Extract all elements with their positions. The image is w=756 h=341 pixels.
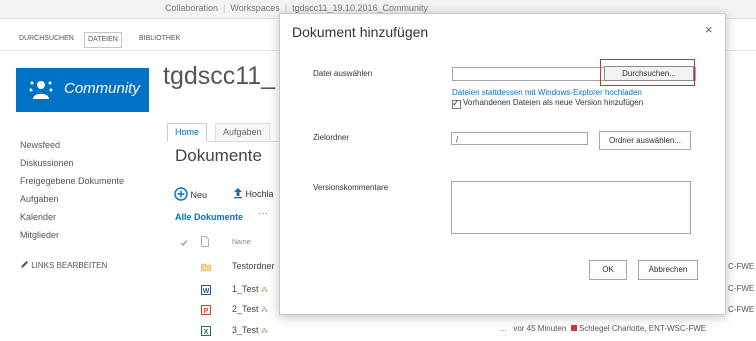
more-options-icon[interactable]: ··· (258, 208, 268, 219)
breadcrumb-item-collaboration[interactable]: Collaboration (165, 3, 218, 13)
list-item[interactable]: 3_Test ⁂ (232, 325, 268, 335)
version-comments-label: Versionskommentare (313, 183, 389, 192)
browse-button-highlight (600, 59, 695, 86)
add-document-dialog: Dokument hinzufügen × Datei auswählen Du… (279, 13, 726, 315)
community-logo-icon (29, 81, 53, 99)
plus-circle-icon (174, 187, 188, 201)
svg-text:X: X (204, 329, 209, 336)
add-as-new-version-label: Vorhandenen Dateien als neue Version hin… (463, 98, 644, 107)
modified-by-cell: C-FWE (728, 305, 755, 314)
windows-explorer-upload-link[interactable]: Dateien stattdessen mit Windows-Explorer… (452, 88, 642, 97)
svg-text:P: P (204, 308, 209, 315)
view-all-documents[interactable]: Alle Dokumente (175, 212, 243, 222)
choose-folder-button[interactable]: Ordner auswählen... (599, 131, 691, 150)
ribbon-tab-browse[interactable]: DURCHSUCHEN (16, 32, 77, 46)
content-tabs: Home Aufgaben (167, 121, 297, 142)
list-item[interactable]: 1_Test ⁂ (232, 284, 268, 294)
site-logo[interactable]: Community (16, 68, 149, 112)
modified-by[interactable]: Schlegel Charlotte, ENT-WSC-FWE (579, 324, 706, 333)
upload-button[interactable]: Hochla (233, 187, 274, 199)
nav-item-shared-documents[interactable]: Freigegebene Dokumente (20, 176, 124, 186)
nav-item-newsfeed[interactable]: Newsfeed (20, 140, 60, 150)
folder-icon (201, 263, 211, 272)
nav-item-discussions[interactable]: Diskussionen (20, 158, 74, 168)
logo-text: Community (64, 80, 140, 97)
tab-home[interactable]: Home (167, 123, 208, 142)
ok-button[interactable]: OK (589, 260, 627, 280)
excel-doc-icon: X (201, 326, 211, 336)
list-item[interactable]: Testordner (232, 261, 275, 271)
file-select-label: Datei auswählen (313, 69, 373, 78)
presence-status-icon (570, 325, 577, 331)
word-doc-icon: W (201, 285, 211, 295)
nav-item-members[interactable]: Mitglieder (20, 230, 59, 240)
breadcrumb-separator: | (284, 3, 288, 13)
list-item[interactable]: 2_Test ⁂ (232, 304, 268, 314)
list-item-name: 3_Test (232, 325, 259, 335)
breadcrumb-separator: | (223, 3, 226, 13)
new-item-marker-icon: ⁂ (261, 328, 269, 335)
add-as-new-version-checkbox[interactable] (452, 98, 461, 109)
ribbon-tab-files[interactable]: DATEIEN (84, 32, 122, 48)
edit-links-button[interactable]: LINKS BEARBEITEN (20, 260, 107, 270)
nav-item-calendar[interactable]: Kalender (20, 212, 56, 222)
breadcrumb: Collaboration | Workspaces | tgdscc11_19.10.… (165, 3, 428, 13)
new-item-marker-icon: ⁂ (261, 307, 269, 314)
select-all-check-icon[interactable] (180, 239, 188, 247)
row-metadata: ... vor 45 Minuten Schlegel Charlotte, E… (500, 324, 706, 333)
upload-label: Hochla (245, 189, 274, 199)
page-title: Dokumente (175, 146, 262, 165)
modified-by-cell: C-FWE (728, 262, 755, 271)
tab-tasks[interactable]: Aufgaben (215, 123, 270, 142)
close-icon[interactable]: × (705, 22, 713, 37)
breadcrumb-item-workspaces[interactable]: Workspaces (230, 3, 279, 13)
new-item-marker-icon: ⁂ (261, 287, 269, 294)
modified-time: vor 45 Minuten (513, 324, 567, 333)
list-item-name: 2_Test (232, 304, 259, 314)
modified-by-cell: C-FWE (728, 284, 755, 293)
breadcrumb-item-site[interactable]: tgdscc11_19.10.2016_Community (292, 3, 428, 13)
edit-links-label: LINKS BEARBEITEN (31, 261, 108, 270)
ribbon-tab-library[interactable]: BIBLIOTHEK (136, 32, 183, 46)
svg-text:W: W (203, 288, 210, 295)
destination-folder-input[interactable]: / (451, 132, 588, 145)
cancel-button[interactable]: Abbrechen (638, 260, 698, 280)
version-comments-textarea[interactable] (451, 181, 691, 234)
nav-item-tasks[interactable]: Aufgaben (20, 194, 59, 204)
pencil-icon (21, 261, 28, 268)
destination-folder-label: Zielordner (313, 133, 350, 142)
row-menu-dots[interactable]: ... (500, 324, 507, 333)
file-type-column-icon (201, 236, 209, 247)
upload-arrow-icon (234, 188, 242, 199)
list-item-name: 1_Test (232, 284, 259, 294)
powerpoint-doc-icon: P (201, 305, 211, 315)
site-title: tgdscc11_ (163, 62, 276, 90)
new-document-button[interactable]: Neu (174, 187, 207, 201)
column-header-name[interactable]: Name (232, 239, 251, 246)
dialog-title: Dokument hinzufügen (292, 24, 429, 40)
new-document-label: Neu (190, 190, 208, 200)
